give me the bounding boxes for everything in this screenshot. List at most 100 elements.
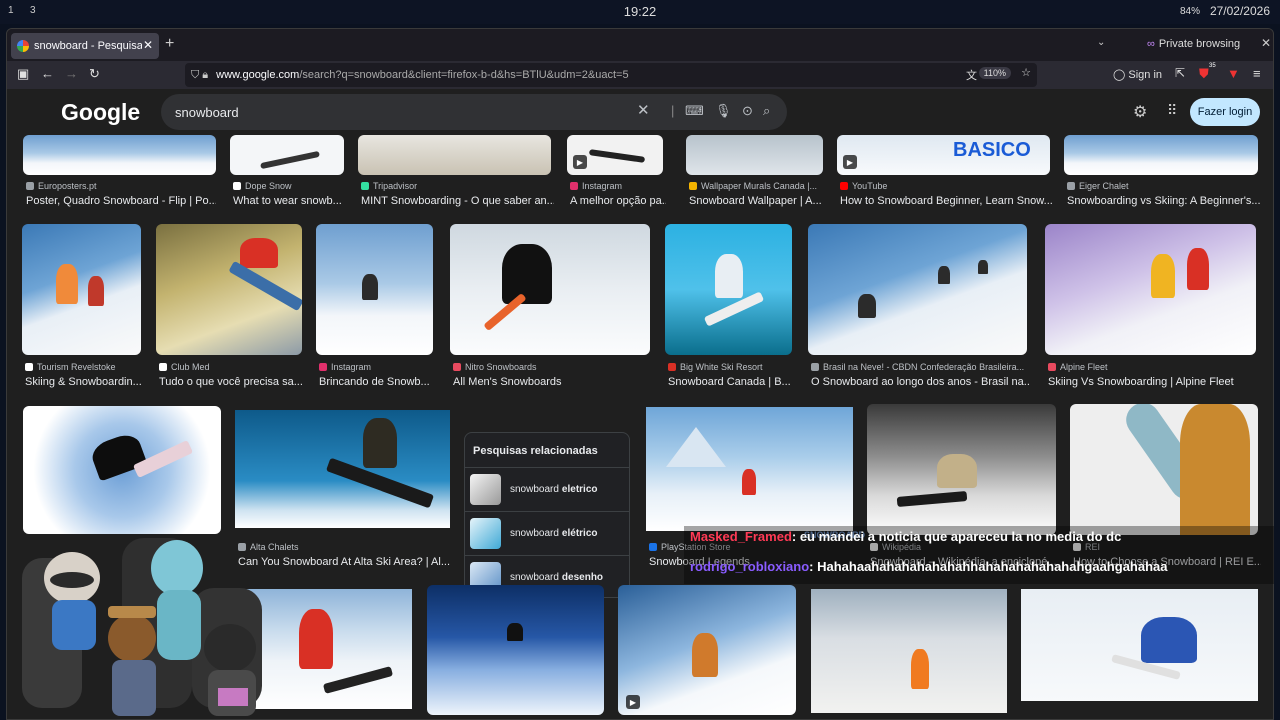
google-logo[interactable]: Google — [61, 99, 140, 126]
image-result[interactable]: Brasil na Neve! - CBDN Confederação Bras… — [808, 224, 1030, 388]
result-source[interactable]: Alpine Fleet — [1048, 362, 1259, 372]
result-source[interactable]: Eiger Chalet — [1067, 181, 1261, 191]
result-source[interactable]: Club Med — [159, 362, 305, 372]
result-thumbnail[interactable] — [427, 585, 604, 715]
result-thumbnail[interactable] — [23, 135, 216, 175]
search-icon[interactable]: ⌕ — [763, 103, 770, 119]
close-window-icon[interactable]: ✕ — [1261, 36, 1271, 50]
result-thumbnail[interactable] — [358, 135, 551, 175]
forward-icon[interactable]: → — [65, 66, 78, 81]
translate-icon[interactable]: 文 — [966, 67, 977, 83]
result-thumbnail[interactable] — [1070, 404, 1258, 535]
result-thumbnail[interactable] — [235, 410, 450, 528]
result-thumbnail[interactable] — [1064, 135, 1258, 175]
close-tab-icon[interactable]: ✕ — [143, 38, 153, 52]
result-title[interactable]: What to wear snowb... — [233, 195, 347, 207]
related-search-item[interactable]: snowboard elétrico — [465, 511, 629, 555]
result-source[interactable]: Nitro Snowboards — [453, 362, 653, 372]
url-text[interactable]: www.google.com/search?q=snowboard&client… — [216, 69, 628, 81]
image-result[interactable]: Dope Snow What to wear snowb... — [230, 135, 347, 207]
result-title[interactable]: Poster, Quadro Snowboard - Flip | Po... — [26, 195, 216, 207]
result-source[interactable]: YouTube — [840, 181, 1053, 191]
result-source[interactable]: Tripadvisor — [361, 181, 554, 191]
sidebar-icon[interactable]: ▣ — [17, 66, 29, 82]
image-result[interactable]: Europosters.pt Poster, Quadro Snowboard … — [23, 135, 216, 207]
image-result[interactable]: Club Med Tudo o que você precisa sa... — [156, 224, 305, 388]
image-result[interactable]: Tourism Revelstoke Skiing & Snowboardin.… — [22, 224, 144, 388]
keyboard-icon[interactable]: ⌨ — [685, 103, 704, 119]
apps-grid-icon[interactable]: ⠿ — [1167, 102, 1177, 119]
reload-icon[interactable]: ↻ — [89, 66, 100, 82]
image-result[interactable]: Eiger Chalet Snowboarding vs Skiing: A B… — [1064, 135, 1261, 207]
bookmark-star-icon[interactable]: ☆ — [1021, 66, 1031, 79]
search-query[interactable]: snowboard — [175, 105, 239, 120]
address-bar[interactable]: ⛉ 🔒︎ www.google.com/search?q=snowboard&c… — [185, 63, 1037, 87]
image-result[interactable]: Nitro Snowboards All Men's Snowboards — [450, 224, 653, 388]
result-thumbnail[interactable] — [686, 135, 823, 175]
result-thumbnail[interactable] — [230, 135, 344, 175]
result-title[interactable]: A melhor opção pa... — [570, 195, 666, 207]
image-result[interactable]: ▶ — [618, 585, 796, 719]
zoom-level[interactable]: 110% — [978, 67, 1011, 79]
back-icon[interactable]: ← — [41, 66, 54, 81]
result-source[interactable]: Europosters.pt — [26, 181, 216, 191]
image-result[interactable]: BASICO ▶ YouTube How to Snowboard Beginn… — [837, 135, 1053, 207]
result-thumbnail[interactable] — [23, 406, 221, 534]
result-title[interactable]: All Men's Snowboards — [453, 376, 653, 388]
result-thumbnail[interactable]: BASICO — [837, 135, 1050, 175]
result-title[interactable]: Snowboard Canada | B... — [668, 376, 795, 388]
image-result[interactable] — [427, 585, 604, 719]
image-result[interactable]: Tripadvisor MINT Snowboarding - O que sa… — [358, 135, 554, 207]
new-tab-icon[interactable]: + — [165, 35, 174, 53]
result-thumbnail[interactable] — [867, 404, 1056, 535]
extensions-icon[interactable]: ⇱ — [1175, 66, 1185, 80]
result-source[interactable]: Instagram — [319, 362, 436, 372]
result-title[interactable]: Brincando de Snowb... — [319, 376, 436, 388]
result-title[interactable]: O Snowboard ao longo dos anos - Brasil n… — [811, 376, 1030, 388]
result-source[interactable]: Instagram — [570, 181, 666, 191]
image-result[interactable]: Alpine Fleet Skiing Vs Snowboarding | Al… — [1045, 224, 1259, 388]
result-title[interactable]: MINT Snowboarding - O que saber an... — [361, 195, 554, 207]
result-thumbnail[interactable] — [808, 224, 1027, 355]
image-result[interactable]: Big White Ski Resort Snowboard Canada | … — [665, 224, 795, 388]
result-title[interactable]: How to Snowboard Beginner, Learn Snow... — [840, 195, 1053, 207]
result-source[interactable]: Brasil na Neve! - CBDN Confederação Bras… — [811, 362, 1030, 372]
image-result[interactable] — [811, 589, 1007, 719]
result-thumbnail[interactable] — [646, 407, 853, 531]
result-source[interactable]: Tourism Revelstoke — [25, 362, 144, 372]
clear-icon[interactable]: ✕ — [637, 101, 650, 119]
settings-gear-icon[interactable]: ⚙ — [1133, 102, 1147, 122]
result-thumbnail[interactable] — [22, 224, 141, 355]
result-source[interactable]: Big White Ski Resort — [668, 362, 795, 372]
search-input[interactable]: snowboard ✕ | ⌨ 🎙︎ ⊙ ⌕ — [161, 94, 787, 130]
result-title[interactable]: Tudo o que você precisa sa... — [159, 376, 305, 388]
result-thumbnail[interactable] — [156, 224, 302, 355]
result-title[interactable]: Snowboarding vs Skiing: A Beginner's... — [1067, 195, 1261, 207]
result-thumbnail[interactable] — [811, 589, 1007, 713]
extension-icon[interactable]: ▼ — [1227, 66, 1240, 81]
chevron-down-icon[interactable]: ⌄ — [1097, 37, 1105, 48]
result-thumbnail[interactable] — [1021, 589, 1258, 701]
result-thumbnail[interactable] — [618, 585, 796, 715]
result-source[interactable]: Dope Snow — [233, 181, 347, 191]
ublock-icon[interactable]: ⛊ — [1199, 66, 1209, 82]
result-source[interactable]: Wallpaper Murals Canada |... — [689, 181, 826, 191]
image-result[interactable]: Wallpaper Murals Canada |... Snowboard W… — [686, 135, 826, 207]
result-title[interactable]: Snowboard Wallpaper | A... — [689, 195, 826, 207]
microphone-icon[interactable]: 🎙︎ — [715, 103, 732, 119]
result-thumbnail[interactable] — [450, 224, 650, 355]
result-thumbnail[interactable] — [665, 224, 792, 355]
sign-in-button[interactable]: ◯ Sign in — [1113, 68, 1162, 81]
image-result[interactable] — [1021, 589, 1258, 719]
image-result[interactable]: Instagram Brincando de Snowb... — [316, 224, 436, 388]
tab-google-search[interactable]: snowboard - Pesquisa G ✕ — [11, 33, 159, 59]
result-title[interactable]: Skiing Vs Snowboarding | Alpine Fleet — [1048, 376, 1259, 388]
shield-icon[interactable]: ⛉ 🔒︎ — [191, 69, 208, 82]
result-title[interactable]: Skiing & Snowboardin... — [25, 376, 144, 388]
related-search-item[interactable]: snowboard eletrico — [465, 467, 629, 511]
result-thumbnail[interactable] — [1045, 224, 1256, 355]
login-button[interactable]: Fazer login — [1190, 98, 1260, 126]
result-thumbnail[interactable] — [316, 224, 433, 355]
lens-icon[interactable]: ⊙ — [742, 103, 753, 119]
image-result[interactable]: ▶ Instagram A melhor opção pa... — [567, 135, 666, 207]
